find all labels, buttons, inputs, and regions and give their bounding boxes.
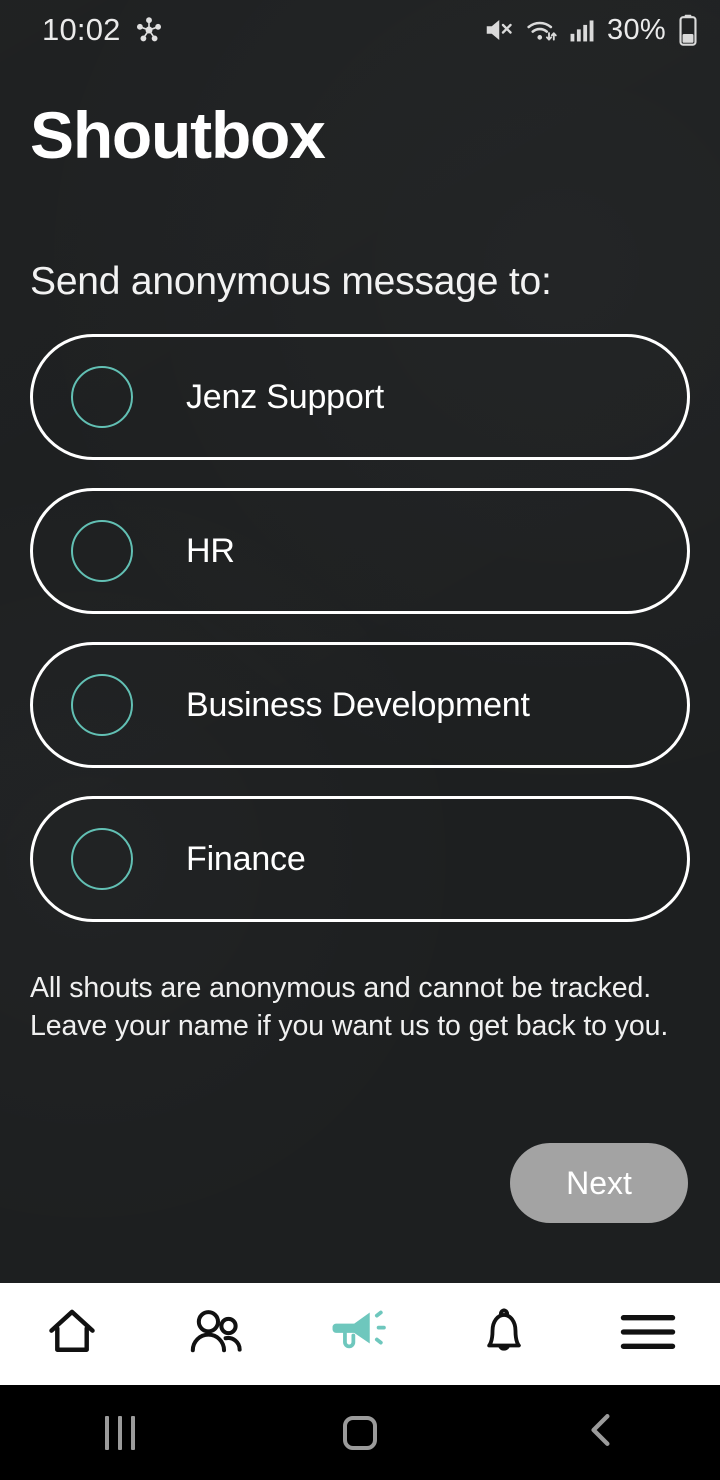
disclaimer-text: All shouts are anonymous and cannot be t…	[30, 970, 690, 1045]
main-content: Shoutbox Send anonymous message to: Jenz…	[0, 60, 720, 1283]
status-bar: 10:02 30%	[0, 0, 720, 60]
recipient-label: HR	[186, 531, 235, 570]
home-icon	[44, 1304, 100, 1365]
page-title: Shoutbox	[30, 98, 326, 172]
recipient-label: Jenz Support	[186, 377, 384, 416]
radio-button[interactable]	[71, 520, 133, 582]
battery-percentage: 30%	[607, 13, 666, 46]
bottom-tab-bar	[0, 1283, 720, 1385]
phone-screen: 10:02 30% Shoutbox Send anonymous messag…	[0, 0, 720, 1480]
android-home-button[interactable]	[240, 1415, 480, 1450]
wifi-icon	[525, 15, 557, 45]
back-icon	[580, 1408, 620, 1457]
recipient-option-finance[interactable]: Finance	[30, 796, 690, 922]
recipient-option-jenz-support[interactable]: Jenz Support	[30, 334, 690, 460]
people-icon	[187, 1303, 245, 1366]
radio-button[interactable]	[71, 366, 133, 428]
tab-menu[interactable]	[576, 1283, 720, 1385]
hamburger-menu-icon	[619, 1308, 677, 1361]
android-back-button[interactable]	[480, 1408, 720, 1457]
recipient-label: Finance	[186, 839, 306, 878]
tab-shoutbox[interactable]	[288, 1283, 432, 1385]
radio-button[interactable]	[71, 674, 133, 736]
battery-icon	[678, 14, 698, 46]
recipient-label: Business Development	[186, 685, 530, 724]
recipient-option-hr[interactable]: HR	[30, 488, 690, 614]
megaphone-icon	[329, 1303, 391, 1366]
bell-icon	[477, 1304, 531, 1365]
recipient-option-business-development[interactable]: Business Development	[30, 642, 690, 768]
tab-people[interactable]	[144, 1283, 288, 1385]
tab-notifications[interactable]	[432, 1283, 576, 1385]
disclaimer-line-1: All shouts are anonymous and cannot be t…	[30, 972, 652, 1004]
android-navigation-bar	[0, 1385, 720, 1480]
smart-view-icon	[135, 16, 163, 44]
next-button-container: Next	[30, 1143, 690, 1223]
recents-icon	[105, 1415, 135, 1450]
android-recents-button[interactable]	[0, 1415, 240, 1450]
home-icon	[343, 1415, 377, 1450]
status-bar-left: 10:02	[42, 12, 163, 48]
tab-home[interactable]	[0, 1283, 144, 1385]
recipient-options-list: Jenz Support HR Business Development Fin…	[30, 334, 690, 922]
cellular-signal-icon	[569, 16, 595, 44]
mute-icon	[483, 15, 513, 45]
status-bar-right: 30%	[483, 14, 698, 47]
prompt-label: Send anonymous message to:	[30, 260, 552, 303]
disclaimer-line-2: Leave your name if you want us to get ba…	[30, 1009, 669, 1042]
status-bar-clock: 10:02	[42, 12, 121, 47]
radio-button[interactable]	[71, 828, 133, 890]
next-button[interactable]: Next	[510, 1143, 688, 1223]
